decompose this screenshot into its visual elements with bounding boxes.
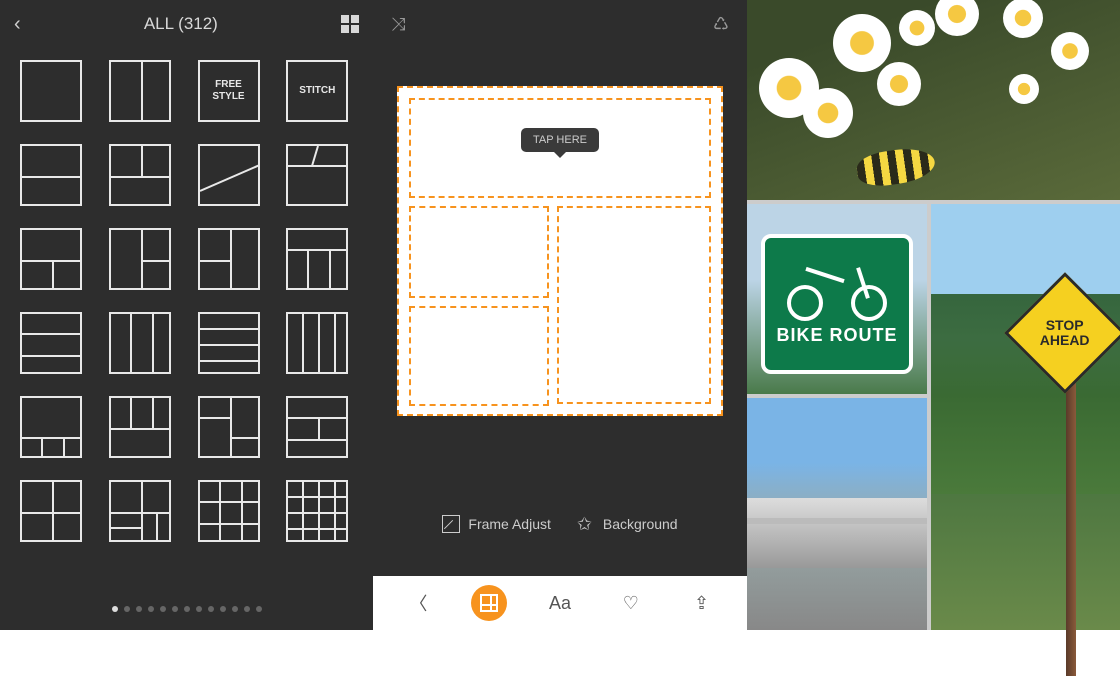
collage-result: BIKE ROUTE STOP AHEAD [747,0,1120,630]
layout-option[interactable] [109,144,171,206]
collage-frame[interactable] [409,206,549,298]
layout-picker-screen: ‹ ALL (312) FREE STYLE STITCH [0,0,373,630]
tap-here-tooltip: TAP HERE [521,128,599,152]
layout-grid: FREE STYLE STITCH [0,48,373,554]
layout-option-freestyle[interactable]: FREE STYLE [198,60,260,122]
share-button[interactable]: ⇪ [684,585,720,621]
share-icon: ⇪ [694,593,709,614]
layout-option[interactable] [109,312,171,374]
layout-option[interactable] [109,228,171,290]
page-dot[interactable] [124,606,130,612]
layout-option[interactable] [286,396,348,458]
bike-route-text: BIKE ROUTE [776,325,897,346]
background-label: Background [603,516,678,532]
page-dot[interactable] [208,606,214,612]
favorite-button[interactable]: ♡ [613,585,649,621]
photo-bridge [747,398,927,630]
frame-adjust-label: Frame Adjust [468,516,550,532]
layout-option[interactable] [198,480,260,542]
layout-option[interactable] [20,60,82,122]
photo-stop-ahead-sign: STOP AHEAD [931,204,1120,630]
page-dot[interactable] [148,606,154,612]
collage-frame[interactable] [557,206,711,404]
collage-frame[interactable] [409,306,549,406]
bottom-toolbar: 〈 Aa ♡ ⇪ [373,576,747,630]
layout-option[interactable] [20,312,82,374]
stop-ahead-text: STOP AHEAD [1040,318,1090,349]
layout-option[interactable] [20,228,82,290]
page-dot[interactable] [256,606,262,612]
back-chevron-icon[interactable]: ‹ [14,13,21,36]
shuffle-icon[interactable]: ⤨ [391,14,405,35]
page-dot[interactable] [136,606,142,612]
grid-view-icon[interactable] [341,15,359,33]
page-dot[interactable] [220,606,226,612]
layout-icon [480,594,498,612]
text-tab-button[interactable]: Aa [542,585,578,621]
layout-option[interactable] [109,480,171,542]
photo-daisies [747,0,1120,200]
background-button[interactable]: ✩ Background [577,515,678,533]
page-dot[interactable] [172,606,178,612]
layout-option[interactable] [20,396,82,458]
layout-option[interactable] [20,480,82,542]
page-dot[interactable] [160,606,166,612]
layout-option[interactable] [198,144,260,206]
layout-option[interactable] [286,312,348,374]
photo-bike-route-sign: BIKE ROUTE [747,204,927,394]
frame-adjust-button[interactable]: Frame Adjust [442,515,550,533]
layout-option[interactable] [109,396,171,458]
layout-option[interactable] [20,144,82,206]
layout-tab-button[interactable] [471,585,507,621]
layout-option-stitch[interactable]: STITCH [286,60,348,122]
bicycle-icon [787,263,887,321]
layout-option[interactable] [109,60,171,122]
layout-option[interactable] [198,228,260,290]
editor-screen: ⤨ ♺ TAP HERE Frame Adjust ✩ Background 〈… [373,0,747,630]
page-dot[interactable] [184,606,190,612]
layout-option[interactable] [286,144,348,206]
recycle-icon[interactable]: ♺ [713,14,729,35]
back-button[interactable]: 〈 [400,585,436,621]
layout-picker-title: ALL (312) [21,14,341,34]
layout-option[interactable] [286,480,348,542]
edit-options-bar: Frame Adjust ✩ Background [373,500,747,548]
page-dot[interactable] [196,606,202,612]
canvas-area: TAP HERE [373,48,747,416]
layout-option[interactable] [286,228,348,290]
layout-option[interactable] [198,312,260,374]
page-dot[interactable] [244,606,250,612]
page-indicator [0,606,373,612]
page-dot[interactable] [112,606,118,612]
layout-picker-header: ‹ ALL (312) [0,0,373,48]
layout-option[interactable] [198,396,260,458]
star-icon: ✩ [577,515,595,533]
resize-icon [442,515,460,533]
page-dot[interactable] [232,606,238,612]
editor-header: ⤨ ♺ [373,0,747,48]
collage-canvas[interactable]: TAP HERE [397,86,723,416]
bike-route-sign: BIKE ROUTE [761,234,913,374]
